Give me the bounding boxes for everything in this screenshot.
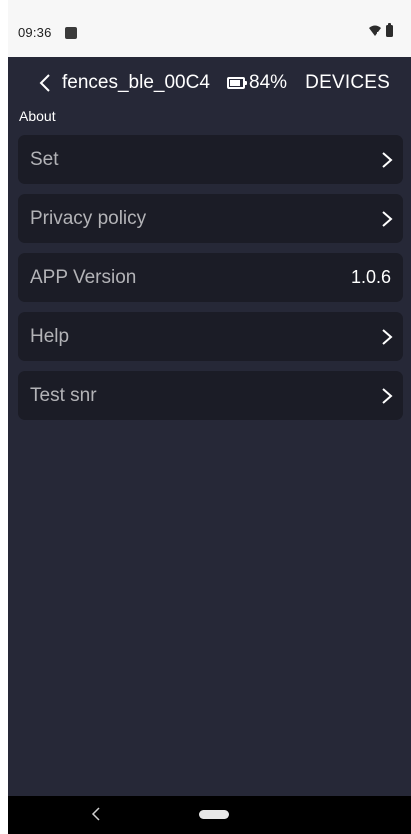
- chevron-right-icon: [382, 151, 393, 168]
- chevron-right-icon: [382, 210, 393, 227]
- header: fences_ble_00C4 84% DEVICES: [8, 57, 411, 105]
- app-version-value: 1.0.6: [350, 267, 391, 287]
- device-battery-fill: [230, 80, 240, 86]
- menu-item-help[interactable]: Help: [18, 312, 403, 361]
- menu-item-label: Help: [30, 325, 70, 347]
- battery-percent: 84%: [249, 72, 288, 93]
- menu-list: Set Privacy policy APP Version 1.0.6 Hel…: [18, 135, 403, 430]
- nav-back-icon[interactable]: [91, 806, 101, 822]
- menu-item-privacy-policy[interactable]: Privacy policy: [18, 194, 403, 243]
- status-time: 09:36: [18, 25, 52, 40]
- device-title: fences_ble_00C4: [62, 72, 210, 93]
- menu-item-label: Test snr: [30, 384, 97, 406]
- menu-item-label: Privacy policy: [30, 207, 147, 229]
- menu-item-label: Set: [30, 148, 59, 170]
- back-button[interactable]: [36, 73, 56, 93]
- chevron-right-icon: [382, 328, 393, 345]
- system-navigation-bar: [8, 796, 411, 834]
- menu-item-app-version: APP Version 1.0.6: [18, 253, 403, 302]
- app-notification-icon: [65, 27, 77, 39]
- devices-button[interactable]: DEVICES: [305, 71, 390, 95]
- battery-icon: [386, 23, 393, 37]
- app-screen: 09:36 fences_ble_00C4 84% DEVICES About …: [8, 0, 411, 834]
- menu-item-test-snr[interactable]: Test snr: [18, 371, 403, 420]
- section-title: About: [19, 108, 56, 124]
- menu-item-set[interactable]: Set: [18, 135, 403, 184]
- status-icons: [368, 23, 393, 38]
- status-bar: 09:36: [8, 0, 411, 57]
- home-pill[interactable]: [199, 810, 229, 819]
- menu-item-label: APP Version: [30, 266, 137, 288]
- device-battery-icon: [227, 77, 247, 89]
- chevron-right-icon: [382, 387, 393, 404]
- wifi-icon: [369, 25, 381, 36]
